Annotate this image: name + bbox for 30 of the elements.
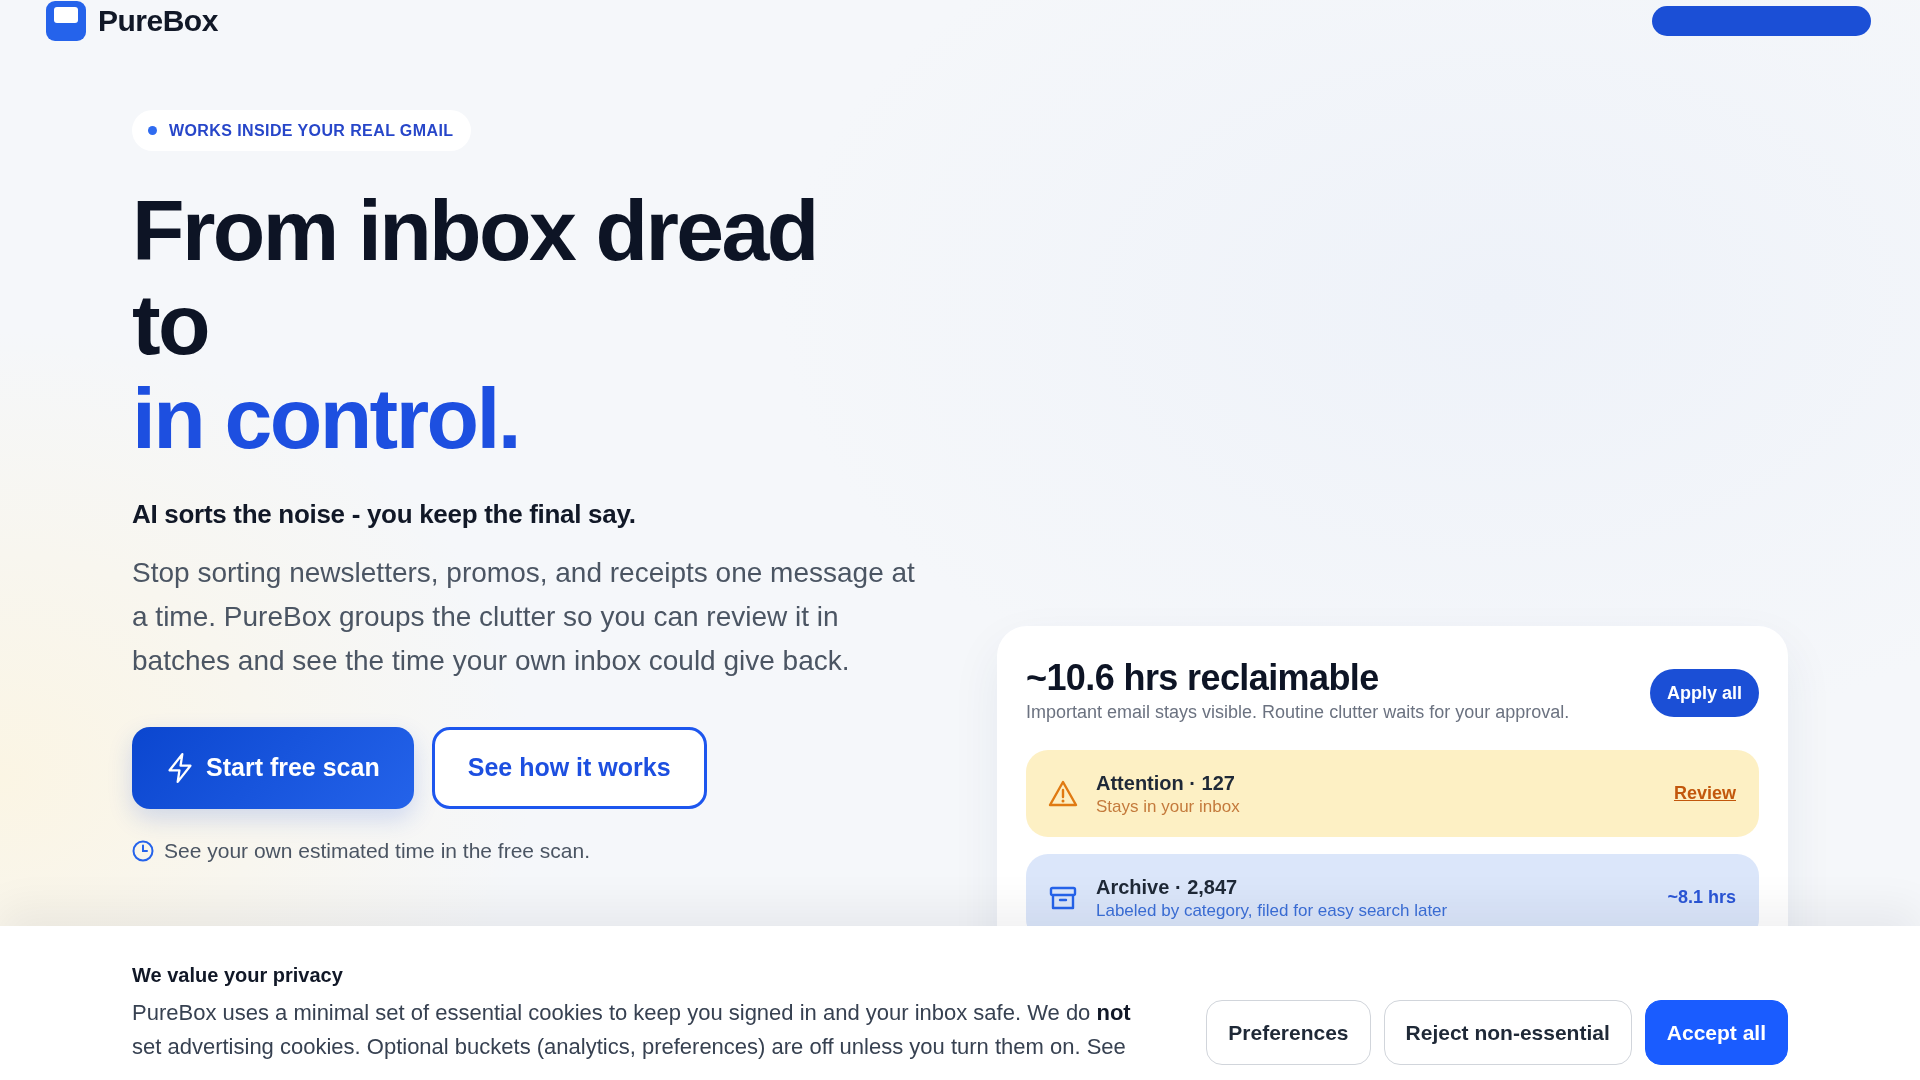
logo-icon xyxy=(46,1,86,41)
hero-description: Stop sorting newsletters, promos, and receipts one message at a time. PureBox groups the clutter so you can review it in batches and see the time your own inbox could give back. xyxy=(132,556,916,678)
nav-cta-button[interactable] xyxy=(1652,6,1871,36)
category-subtitle: Labeled by category, filed for easy search later xyxy=(1096,899,1448,922)
time-estimate: ~8.1 hrs xyxy=(1667,886,1736,909)
badge-text: WORKS INSIDE YOUR REAL GMAIL xyxy=(169,120,454,141)
cookie-option-button[interactable]: Reject non-essential xyxy=(1383,1000,1632,1065)
warning-icon xyxy=(1048,778,1078,809)
lightning-icon xyxy=(166,753,194,783)
clock-icon xyxy=(132,839,154,862)
category-title: Archive · 2,847 xyxy=(1096,874,1239,900)
category-title: Attention · 127 xyxy=(1096,770,1236,796)
cookie-title: We value your privacy xyxy=(132,963,344,988)
start-scan-button[interactable]: Start free scan xyxy=(132,727,414,809)
scan-note: See your own estimated time in the free scan. xyxy=(164,838,591,864)
brand-name: PureBox xyxy=(98,4,218,38)
apply-all-button[interactable]: Apply all xyxy=(1650,669,1759,717)
card-subtitle: Important email stays visible. Routine clutter waits for your approval. xyxy=(1026,701,1570,724)
how-it-works-button[interactable]: See how it works xyxy=(431,727,707,809)
cookie-text: PureBox uses a minimal set of essential cookies to keep you signed in and your inbox safe. We do not set advertising cookies. Optional buckets (analytics, preferences) are off unless you turn them on. See xyxy=(132,999,1132,1061)
category-subtitle: Stays in your inbox xyxy=(1096,795,1240,818)
category-row[interactable]: Attention · 127 Stays in your inbox Review xyxy=(1026,750,1759,837)
dot-icon xyxy=(148,126,157,135)
review-link[interactable]: Review xyxy=(1673,780,1736,807)
card-title: ~10.6 hrs reclaimable xyxy=(1026,658,1380,698)
hero-tagline: AI sorts the noise - you keep the final say. xyxy=(132,498,637,531)
hero-headline: From inbox dread to in control. xyxy=(132,183,818,465)
cookie-option-button[interactable]: Preferences xyxy=(1206,1000,1371,1065)
accept-all-button[interactable]: Accept all xyxy=(1644,1000,1788,1065)
category-row[interactable]: Archive · 2,847 Labeled by category, filed for easy search later ~8.1 hrs xyxy=(1026,854,1759,926)
